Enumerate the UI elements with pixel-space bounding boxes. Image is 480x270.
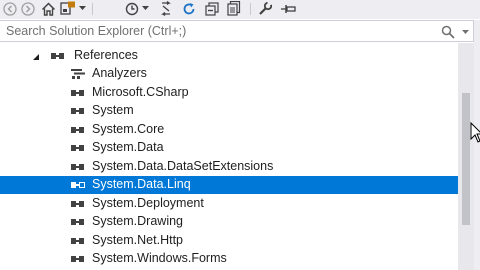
window-edge [474,20,480,270]
history-dropdown-icon[interactable] [141,0,149,17]
tree-node-reference-selected[interactable]: System.Data.Linq [0,176,458,194]
solution-explorer-toolbar [0,0,480,19]
expanded-triangle-icon[interactable] [31,51,41,61]
switch-views-icon[interactable] [60,0,76,17]
forward-icon[interactable] [20,0,36,17]
tree-node-reference[interactable]: System.Net.Http [0,232,458,250]
home-icon[interactable] [40,0,56,17]
show-all-files-icon[interactable] [226,0,242,17]
reference-icon [70,253,86,265]
tree-node-label: System.Data [92,140,164,154]
tree-node-reference[interactable]: System.Data.DataSetExtensions [0,158,458,176]
tree-node-label: System.Data.Linq [92,177,191,191]
tree-node-reference[interactable]: System.Drawing [0,213,458,231]
search-placeholder: Search Solution Explorer (Ctrl+;) [6,24,187,38]
tree-node-analyzers[interactable]: Analyzers [0,65,458,83]
tree-node-label: System.Deployment [92,195,204,210]
properties-icon[interactable] [257,0,273,17]
tree-node-reference[interactable]: System.Core [0,121,458,139]
reference-icon [70,105,86,117]
tree-node-label: System.Windows.Forms [92,251,227,265]
tree-node-label: System.Drawing [92,214,183,228]
search-solution-explorer-input[interactable]: Search Solution Explorer (Ctrl+;) [0,20,474,42]
tree-node-label: System [92,103,134,117]
reference-icon [70,198,86,210]
tree-node-label: System.Net.Http [92,232,183,247]
pin-icon[interactable] [279,0,297,17]
search-icon[interactable] [440,24,456,40]
reference-icon [70,87,86,99]
tree-node-reference[interactable]: System.Deployment [0,195,458,213]
back-icon[interactable] [2,0,18,17]
tree-node-label: Analyzers [92,66,147,80]
collapse-all-icon[interactable] [204,0,220,17]
tree-node-reference[interactable]: System [0,102,458,120]
reference-icon [70,124,86,136]
tree-node-references[interactable]: References [0,47,458,65]
tree-node-label: Microsoft.CSharp [92,84,189,99]
mouse-pointer-icon [470,121,480,144]
switch-views-dropdown-icon[interactable] [78,0,86,17]
tree-node-reference[interactable]: System.Data [0,139,458,157]
tree-node-label: System.Data.DataSetExtensions [92,158,274,173]
reference-icon [70,142,86,154]
search-options-dropdown-icon[interactable] [462,24,472,40]
vertical-scrollbar[interactable] [458,43,474,270]
toolbar-separator [250,3,251,15]
refresh-icon[interactable] [181,0,197,17]
tree-node-reference[interactable]: System.Windows.Forms [0,250,458,268]
reference-icon [70,235,86,247]
tree-node-label: System.Core [92,121,165,136]
scrollbar-thumb[interactable] [462,93,470,225]
reference-icon [70,179,86,191]
tree-node-reference[interactable]: Microsoft.CSharp [0,84,458,102]
sync-icon[interactable] [158,0,174,17]
references-icon [50,50,66,62]
solution-tree: References Analyzers Microsoft.CSharp Sy… [0,43,458,270]
history-icon[interactable] [124,0,140,17]
toolbar-separator [92,3,93,15]
reference-icon [70,216,86,228]
analyzers-icon [70,68,86,80]
reference-icon [70,161,86,173]
tree-node-label: References [74,48,138,62]
